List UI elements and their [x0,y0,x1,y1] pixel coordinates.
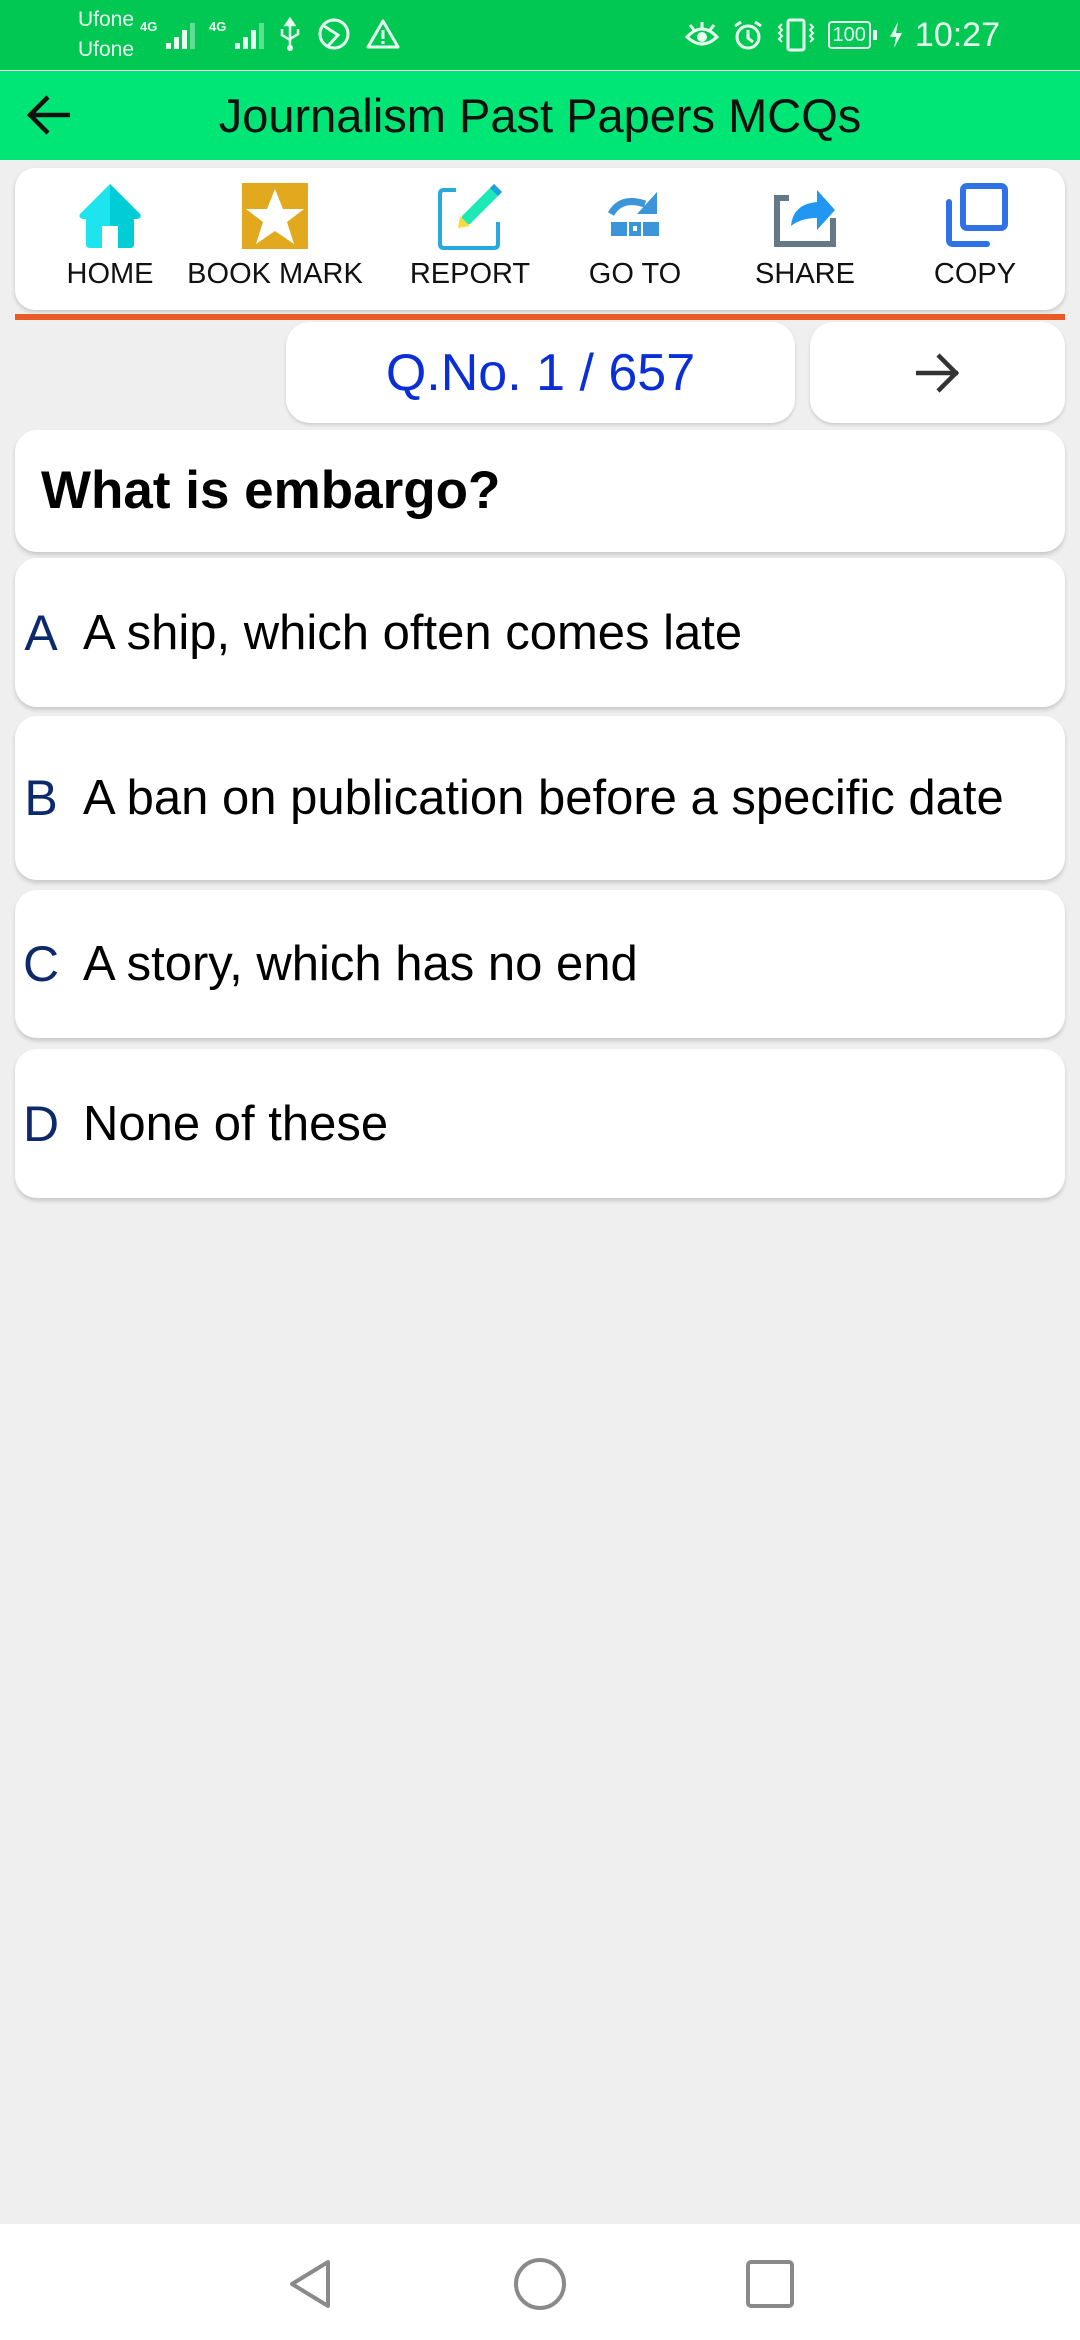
question-counter[interactable]: Q.No. 1 / 657 [286,322,795,423]
action-toolbar: HOME BOOK MARK REPORT GO TO SHARE COPY [15,168,1065,310]
copy-button[interactable]: COPY [890,180,1060,300]
battery-icon: 100 [827,21,878,49]
vibrate-icon [777,18,814,52]
report-button[interactable]: REPORT [380,180,560,300]
option-letter: D [22,1095,60,1152]
option-c[interactable]: C A story, which has no end [15,890,1065,1038]
bookmark-button[interactable]: BOOK MARK [175,180,375,300]
status-bar: Ufone Ufone 4G 4G 100 10:27 [0,0,1080,70]
home-icon [79,184,141,248]
edit-icon [438,184,502,250]
option-text: A story, which has no end [83,937,638,991]
share-button[interactable]: SHARE [720,180,890,300]
goto-icon [607,192,659,236]
signal-icon: 4G [209,19,264,49]
option-letter: B [24,770,58,826]
page-title: Journalism Past Papers MCQs [218,89,862,142]
option-d[interactable]: D None of these [15,1049,1065,1198]
question-card: What is embargo? [15,430,1065,552]
back-triangle-icon[interactable] [280,2254,340,2314]
divider [15,314,1065,320]
option-text: A ban on publication before a specific d… [83,771,1004,825]
signal-icon: 4G [140,19,195,49]
warning-icon [366,19,400,49]
eye-comfort-icon [684,22,719,46]
option-letter: A [24,604,58,661]
option-b[interactable]: B A ban on publication before a specific… [15,716,1065,880]
question-text: What is embargo? [41,461,501,520]
charging-icon [889,22,902,48]
copy-icon [946,183,1008,247]
next-question-button[interactable] [810,322,1065,423]
carrier-label: Ufone [78,38,135,61]
option-a[interactable]: A A ship, which often comes late [15,558,1065,707]
system-nav-bar [0,2224,1080,2340]
star-icon [242,183,308,249]
home-circle-icon[interactable] [510,2254,570,2314]
carrier-label: Ufone [78,8,135,31]
option-text: A ship, which often comes late [83,605,743,660]
home-button[interactable]: HOME [35,180,185,300]
app-bar: Journalism Past Papers MCQs [0,71,1080,160]
alarm-icon [733,20,762,50]
arrow-right-icon [915,352,959,393]
goto-button[interactable]: GO TO [550,180,720,300]
recents-square-icon[interactable] [740,2254,800,2314]
usb-icon [280,17,300,51]
option-text: None of these [83,1096,389,1151]
clock: 10:27 [914,16,1000,54]
data-saver-icon [318,18,350,50]
share-icon [774,190,836,247]
option-letter: C [22,936,60,992]
